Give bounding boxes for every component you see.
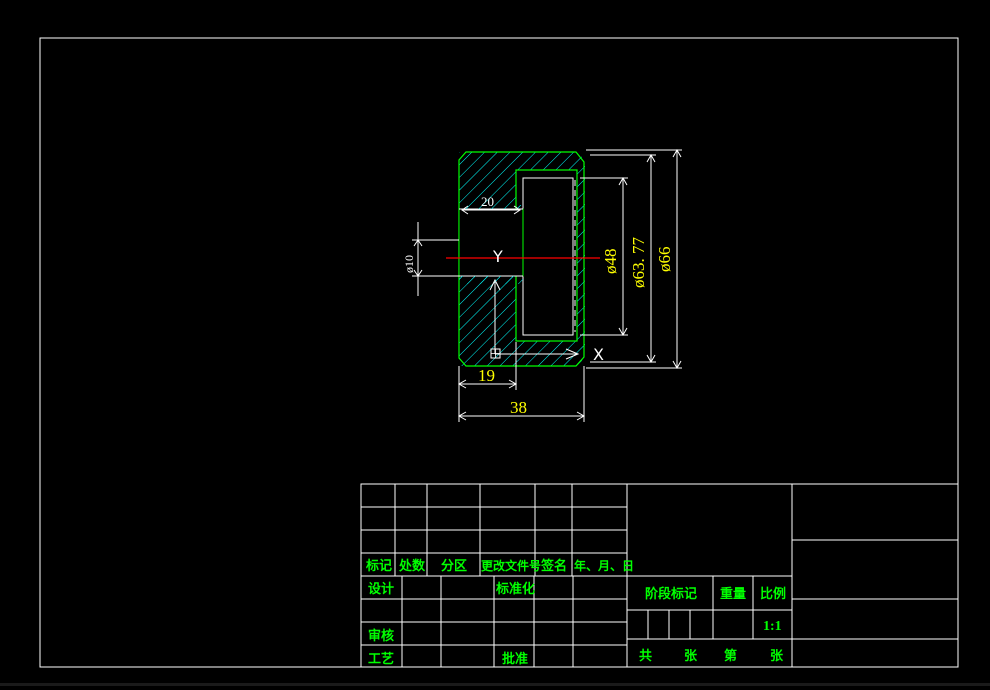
- part-section: X Y: [446, 151, 604, 367]
- tb-mark: 标记: [365, 558, 392, 574]
- tb-total: 共: [639, 648, 652, 664]
- dim-20: 20: [481, 194, 494, 209]
- bore-edge: [522, 177, 574, 336]
- tb-sheets1: 张: [684, 649, 698, 664]
- tb-zone: 分区: [441, 558, 467, 574]
- tb-standardize: 标准化: [495, 581, 535, 597]
- tb-weight: 重量: [720, 586, 746, 602]
- title-block: [360, 483, 959, 668]
- dim-dia10: ø10: [402, 255, 416, 273]
- dimension-labels: 20 ø10 ø48 ø63. 77 ø66 19 38: [402, 194, 674, 417]
- bore-outline: [515, 169, 578, 342]
- tb-scale-value: 1:1: [763, 619, 782, 634]
- cad-viewport[interactable]: X Y 20 ø10 ø48 ø63. 77 ø66 19 38 标记 处数 分…: [0, 0, 990, 686]
- hole-hatch-bottom: [459, 276, 523, 284]
- tb-page: 第: [724, 648, 737, 664]
- tb-sign: 签名: [540, 558, 567, 574]
- tb-doc: 更改文件号: [481, 558, 541, 573]
- tb-approve: 批准: [502, 651, 528, 667]
- tb-count: 处数: [398, 558, 426, 574]
- dim-dia63: ø63. 77: [629, 237, 648, 289]
- tb-process: 工艺: [368, 651, 394, 667]
- ucs-x-label: X: [593, 345, 604, 364]
- title-block-text: 标记 处数 分区 更改文件号 签名 年、月、日 设计 标准化 审核 工艺 批准 …: [365, 558, 786, 667]
- dim-dia66: ø66: [655, 247, 674, 273]
- tb-sheets2: 张: [770, 649, 784, 664]
- hole-section: [458, 208, 524, 277]
- ucs-y-label: Y: [492, 247, 503, 266]
- tb-review: 审核: [368, 628, 394, 644]
- tb-design: 设计: [368, 581, 394, 597]
- dim-dia48: ø48: [601, 249, 620, 275]
- tb-stage-mark: 阶段标记: [645, 586, 697, 602]
- tb-scale-label: 比例: [760, 586, 786, 602]
- dim-19: 19: [478, 366, 495, 385]
- tb-date: 年、月、日: [574, 558, 634, 573]
- dim-38: 38: [510, 398, 527, 417]
